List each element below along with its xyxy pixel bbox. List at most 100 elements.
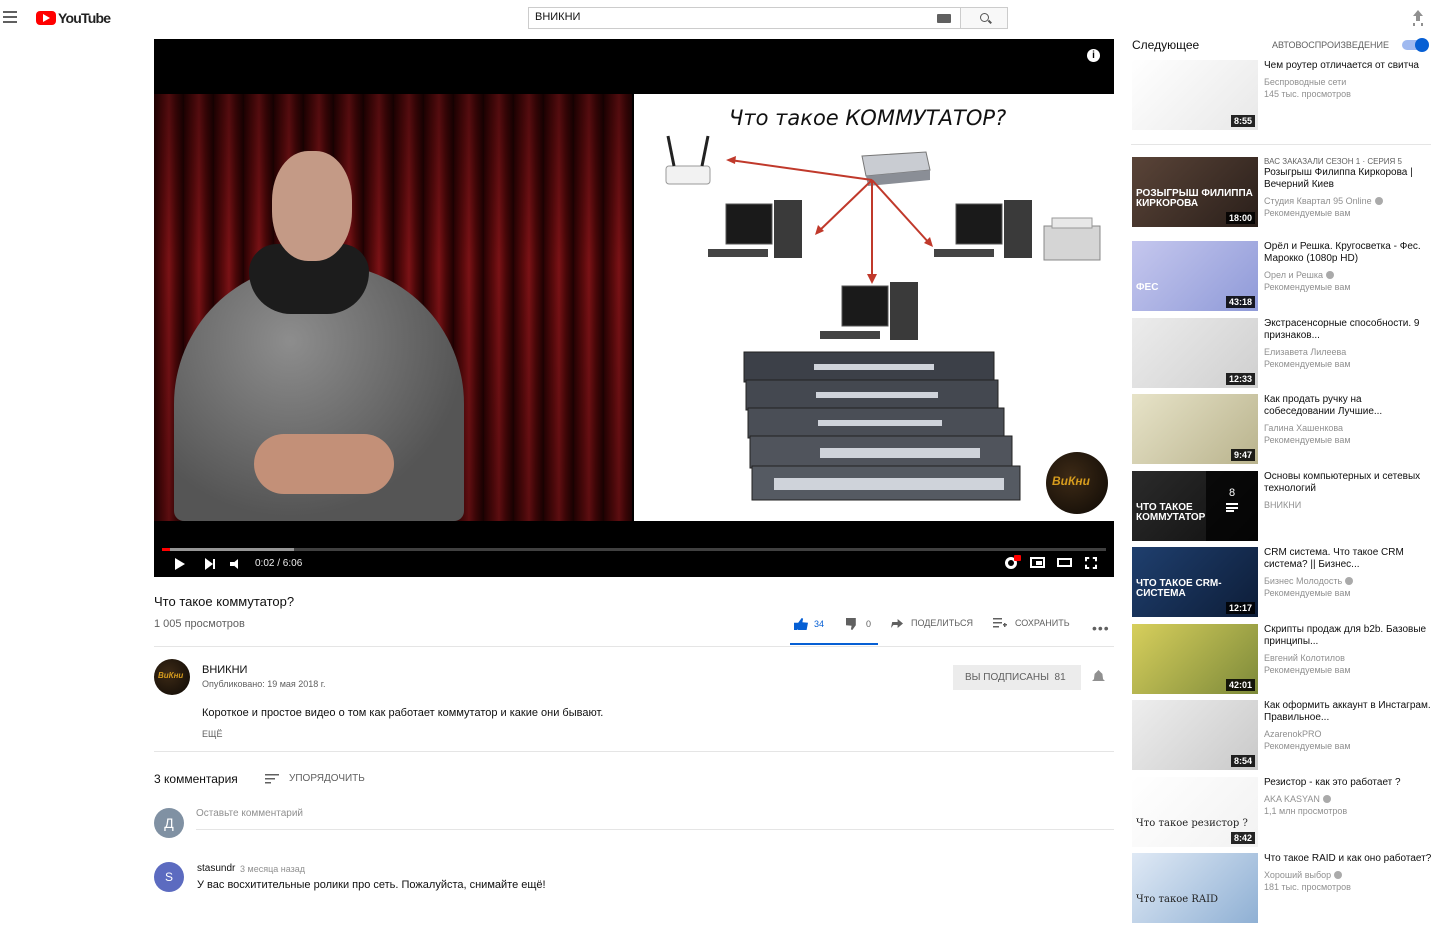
video-player[interactable]: Что такое КОММУТАТОР? ВиКни i 0:02 / 6:0… (154, 39, 1114, 577)
fullscreen-icon[interactable] (1085, 557, 1097, 569)
recommendation-thumbnail[interactable]: 9:47 (1132, 394, 1258, 464)
recommendation-thumbnail[interactable]: РОЗЫГРЫШ ФИЛИППА КИРКОРОВА 18:00 (1132, 157, 1258, 227)
divider (154, 646, 1114, 647)
recommendation-title[interactable]: Орёл и Решка. Кругосветка - Фес. Марокко… (1264, 241, 1432, 265)
sort-icon[interactable] (265, 774, 279, 784)
search-button[interactable] (960, 7, 1008, 29)
recommendation-channel-name: Студия Квартал 95 Online (1264, 196, 1372, 206)
recommendation-channel[interactable]: Хороший выбор (1264, 869, 1432, 881)
show-more-link[interactable]: ЕЩЁ (202, 729, 222, 739)
channel-avatar[interactable]: ВиКни (154, 659, 190, 695)
duration-badge: 43:18 (1225, 296, 1255, 308)
recommendation-channel[interactable]: Галина Хашенкова (1264, 422, 1432, 434)
recommendation-item[interactable]: ФЕС 43:18 Орёл и Решка. Кругосветка - Фес.… (1132, 241, 1432, 313)
comments-count: 3 комментария (154, 772, 238, 786)
recommendation-subtext: Рекомендуемые вам (1264, 208, 1351, 218)
video-title: Что такое коммутатор? (154, 594, 295, 609)
recommendation-thumbnail[interactable]: Что такое RAID (1132, 853, 1258, 923)
more-actions-icon[interactable]: ••• (1092, 620, 1110, 636)
recommendation-item[interactable]: ЧТО ТАКОЕ CRM-СИСТЕМА 12:17 CRM система. Ч… (1132, 547, 1432, 619)
recommendation-item[interactable]: Что такое RAID Что такое RAID и как оно р… (1132, 853, 1432, 925)
keyboard-icon[interactable] (937, 14, 951, 23)
recommendation-title[interactable]: Основы компьютерных и сетевых технологий (1264, 471, 1432, 495)
switch-diagram (665, 135, 1101, 501)
recommendation-item[interactable]: 12:33 Экстрасенсорные способности. 9 приз… (1132, 318, 1432, 390)
recommendation-channel[interactable]: AzarenokPRO (1264, 728, 1432, 740)
recommendation-thumbnail[interactable]: ФЕС 43:18 (1132, 241, 1258, 311)
recommendation-channel[interactable]: Елизавета Лилеева (1264, 346, 1432, 358)
sort-button[interactable]: УПОРЯДОЧИТЬ (289, 773, 365, 784)
progress-buffered (162, 548, 295, 551)
next-icon[interactable] (205, 558, 216, 570)
comment-author[interactable]: stasundr (197, 863, 235, 874)
channel-logo-watermark[interactable]: ВиКни (1046, 452, 1108, 514)
commenter-avatar[interactable]: S (154, 862, 184, 892)
save-button[interactable]: СОХРАНИТЬ (993, 618, 1070, 628)
recommendation-channel[interactable]: AKA KASYAN (1264, 793, 1432, 805)
recommendation-item[interactable]: РОЗЫГРЫШ ФИЛИППА КИРКОРОВА 18:00 ВАС ЗАКАЗ… (1132, 157, 1432, 229)
comment-input[interactable]: Оставьте комментарий (196, 808, 1114, 830)
playlist-count: 8 (1228, 487, 1236, 499)
recommendation-title[interactable]: Скрипты продаж для b2b. Базовые принципы… (1264, 624, 1432, 648)
recommendation-title[interactable]: Чем роутер отличается от свитча (1264, 60, 1432, 72)
miniplayer-icon[interactable] (1030, 557, 1045, 568)
notification-bell-icon[interactable] (1092, 670, 1105, 682)
subscribe-button[interactable]: ВЫ ПОДПИСАНЫ 81 (953, 665, 1081, 690)
recommendation-channel[interactable]: Орел и Решка (1264, 269, 1432, 281)
thumbnail-caption: РОЗЫГРЫШ ФИЛИППА КИРКОРОВА (1136, 188, 1253, 209)
recommendation-title[interactable]: Резистор - как это работает ? (1264, 777, 1432, 789)
duration-badge: 18:00 (1225, 212, 1255, 224)
recommendation-title[interactable]: Что такое RAID и как оно работает? (1264, 853, 1432, 865)
hamburger-menu-icon[interactable] (3, 11, 17, 23)
info-icon[interactable]: i (1087, 49, 1100, 62)
duration-badge: 42:01 (1225, 679, 1255, 691)
recommendation-thumbnail[interactable]: ЧТО ТАКОЕ CRM-СИСТЕМА 12:17 (1132, 547, 1258, 617)
recommendation-item[interactable]: 9:47 Как продать ручку на собеседовании Л… (1132, 394, 1432, 466)
recommendation-subtext: 1,1 млн просмотров (1264, 806, 1348, 816)
recommendation-thumbnail[interactable]: 8:54 (1132, 700, 1258, 770)
recommendation-item[interactable]: Что такое резистор ? 8:42 Резистор - как э… (1132, 777, 1432, 849)
play-icon[interactable] (175, 558, 185, 570)
recommendation-item[interactable]: 8:55 Чем роутер отличается от свитча Беспр… (1132, 60, 1432, 132)
divider (154, 751, 1114, 752)
share-button[interactable]: ПОДЕЛИТЬСЯ (891, 618, 973, 628)
thumbnail-caption: ФЕС (1136, 282, 1159, 293)
thumbnail-caption: ЧТО ТАКОЕ CRM-СИСТЕМА (1136, 578, 1222, 599)
recommendation-title[interactable]: Как оформить аккаунт в Инстаграм. Правил… (1264, 700, 1432, 724)
recommendation-thumbnail[interactable]: 42:01 (1132, 624, 1258, 694)
recommendation-thumbnail[interactable]: ЧТО ТАКОЕ КОММУТАТОР 8 (1132, 471, 1258, 541)
theater-mode-icon[interactable] (1057, 558, 1072, 567)
recommendation-channel[interactable]: Евгений Колотилов (1264, 652, 1432, 664)
comment-time[interactable]: 3 месяца назад (240, 864, 305, 874)
recommendation-item[interactable]: ЧТО ТАКОЕ КОММУТАТОР 8 Основы компьютерных… (1132, 471, 1432, 543)
playlist-icon (1226, 503, 1238, 512)
recommendation-item[interactable]: 42:01 Скрипты продаж для b2b. Базовые при… (1132, 624, 1432, 696)
recommendation-channel[interactable]: Студия Квартал 95 Online (1264, 195, 1432, 207)
masthead: YouTube ВНИКНИ (0, 0, 1443, 36)
recommendation-thumbnail[interactable]: 12:33 (1132, 318, 1258, 388)
recommendation-channel[interactable]: ВНИКНИ (1264, 499, 1432, 511)
youtube-logo[interactable]: YouTube (36, 10, 111, 26)
recommendation-thumbnail[interactable]: Что такое резистор ? 8:42 (1132, 777, 1258, 847)
recommendation-channel[interactable]: Бизнес Молодость (1264, 575, 1432, 587)
upload-icon[interactable] (1412, 10, 1424, 24)
progress-bar[interactable] (162, 548, 1106, 551)
like-button[interactable]: 34 (794, 618, 824, 630)
recommendation-thumbnail[interactable]: 8:55 (1132, 60, 1258, 130)
recommendation-item[interactable]: 8:54 Как оформить аккаунт в Инстаграм. Пр… (1132, 700, 1432, 772)
recommendation-title[interactable]: CRM система. Что такое CRM система? || Б… (1264, 547, 1432, 571)
volume-icon[interactable] (230, 559, 242, 569)
channel-name[interactable]: ВНИКНИ (202, 664, 247, 676)
verified-check-icon (1322, 795, 1331, 803)
recommendation-title[interactable]: Розыгрыш Филиппа Киркорова | Вечерний Ки… (1264, 167, 1432, 191)
recommendation-channel[interactable]: Беспроводные сети (1264, 76, 1432, 88)
dislike-button[interactable]: 0 (846, 618, 871, 630)
recommendation-title[interactable]: Экстрасенсорные способности. 9 признаков… (1264, 318, 1432, 342)
switch-stack-icon (743, 351, 1021, 501)
thumbnail-caption: Что такое RAID (1136, 894, 1219, 905)
search-input[interactable]: ВНИКНИ (528, 7, 961, 29)
thumbs-up-icon (794, 618, 808, 630)
autoplay-toggle[interactable] (1402, 38, 1429, 52)
verified-check-icon (1325, 271, 1334, 279)
recommendation-title[interactable]: Как продать ручку на собеседовании Лучши… (1264, 394, 1432, 418)
